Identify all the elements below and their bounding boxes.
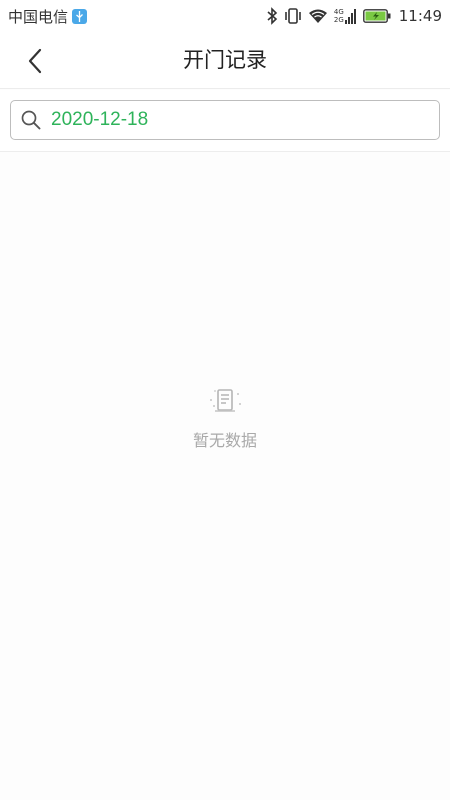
wifi-icon <box>308 8 328 24</box>
page-title: 开门记录 <box>183 48 267 72</box>
status-left: 中国电信 <box>8 6 88 27</box>
battery-charging-icon <box>362 9 391 23</box>
clock: 11:49 <box>398 7 442 25</box>
usb-icon <box>72 8 88 24</box>
nav-bar: 开门记录 <box>0 32 450 89</box>
empty-state-text: 暂无数据 <box>192 431 257 450</box>
search-icon <box>20 109 42 131</box>
empty-state: 暂无数据 <box>0 385 450 451</box>
vibrate-icon <box>284 8 302 24</box>
search-input[interactable]: 2020-12-18 <box>51 109 411 131</box>
status-right: 4G 2G 11:49 <box>266 7 442 25</box>
bluetooth-icon <box>266 7 278 25</box>
search-section: 2020-12-18 <box>0 90 450 152</box>
search-box[interactable]: 2020-12-18 <box>10 100 440 140</box>
carrier-label: 中国电信 <box>8 7 69 26</box>
status-bar: 中国电信 4G 2G 11:49 <box>0 0 450 32</box>
signal-icon: 4G 2G <box>334 8 357 24</box>
empty-document-icon <box>203 385 247 421</box>
network-bottom-label: 2G <box>333 16 344 24</box>
network-top-label: 4G <box>333 8 344 16</box>
